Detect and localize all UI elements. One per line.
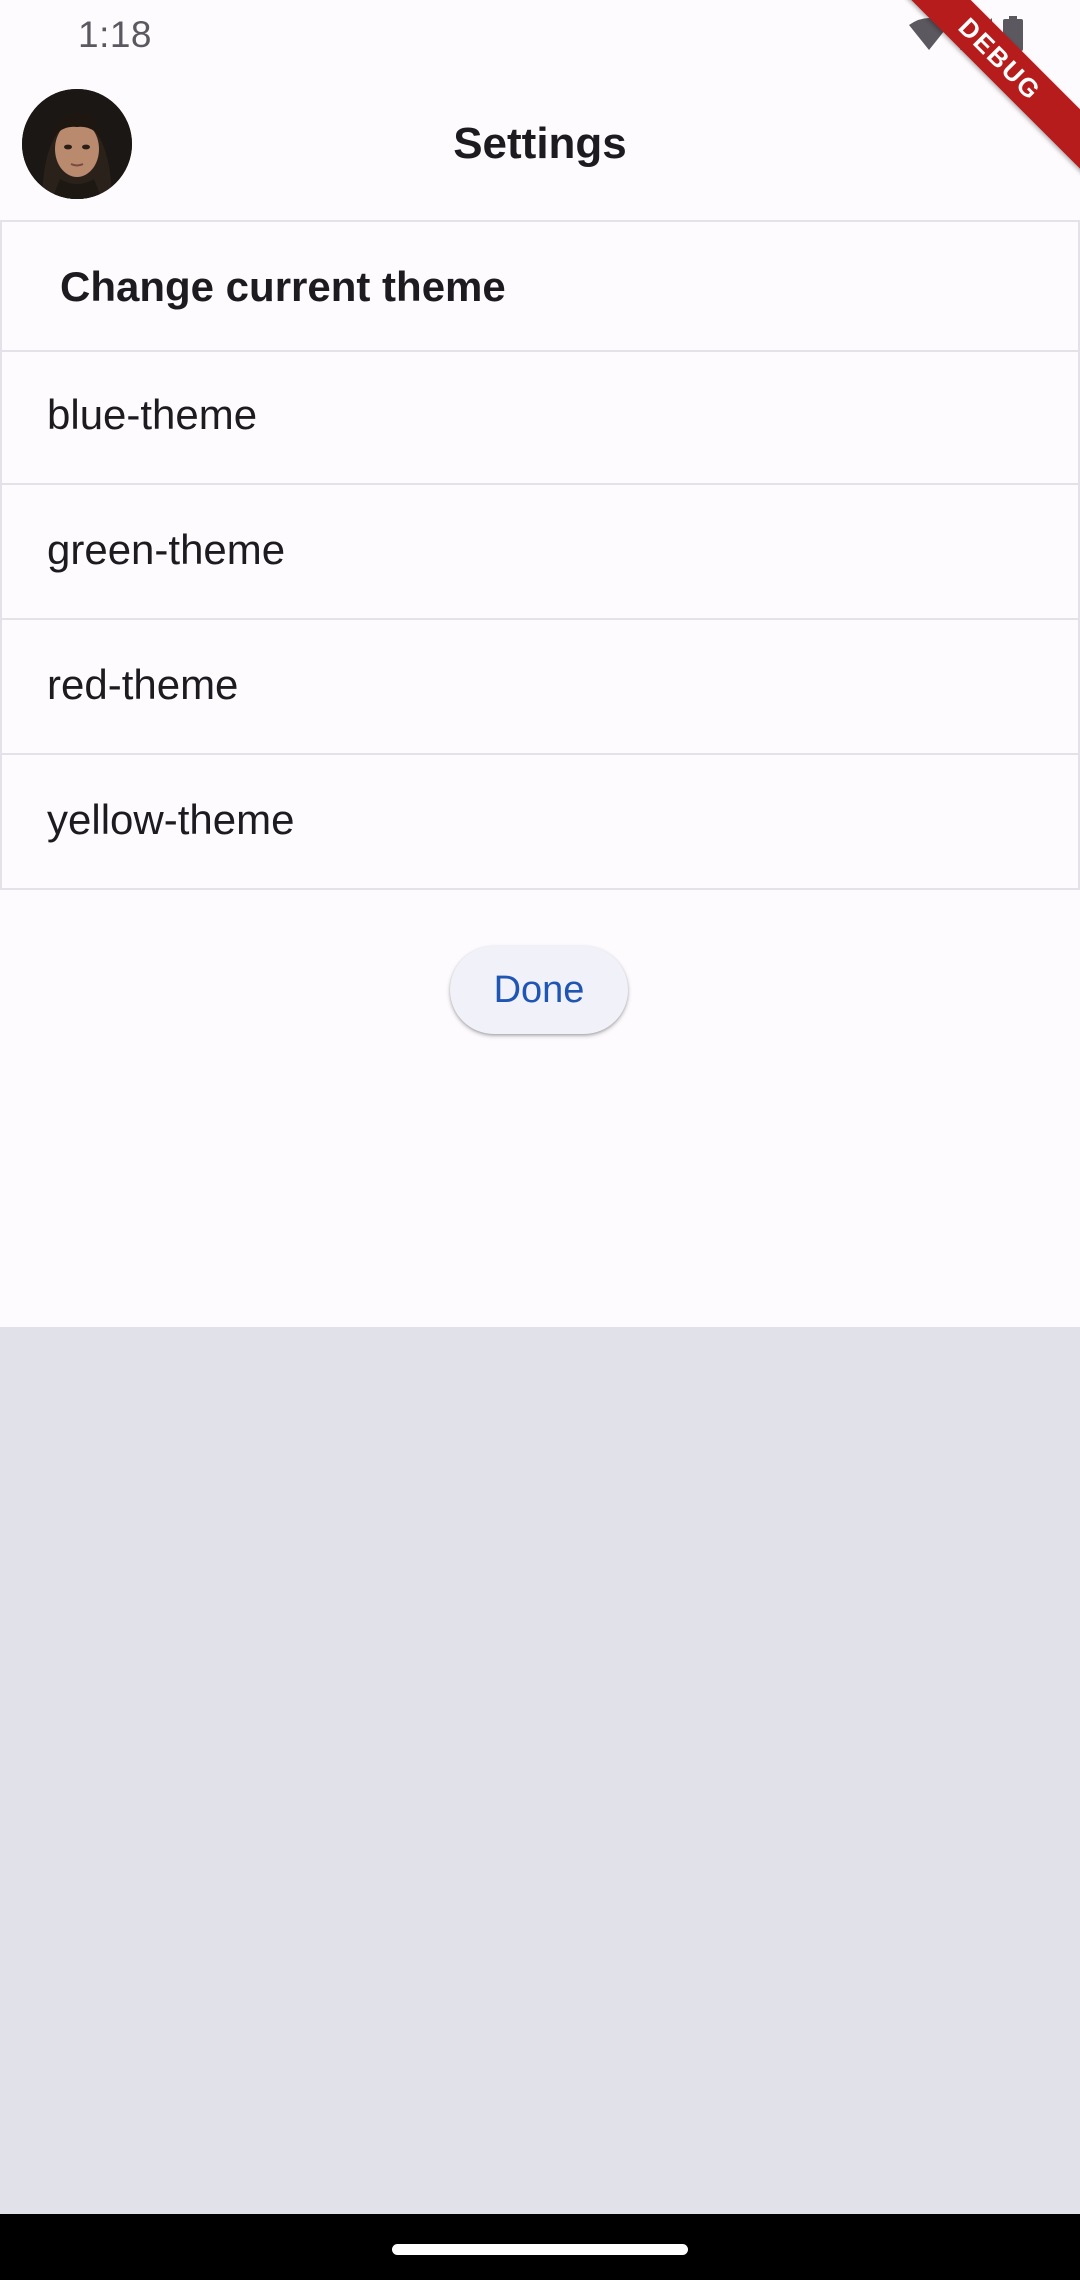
theme-item-label: green-theme [47,526,286,573]
theme-item-blue[interactable]: blue-theme [0,350,1080,485]
theme-item-green[interactable]: green-theme [0,485,1080,620]
home-indicator[interactable] [392,2244,688,2255]
theme-item-label: yellow-theme [47,796,295,843]
settings-sheet: 1:18 DEBUG Settings Change current theme… [0,0,1080,1327]
app-bar: Settings [0,72,1080,220]
status-bar: 1:18 [0,0,1080,72]
panel-header: Change current theme [0,220,1080,352]
navigation-bar [0,2214,1080,2280]
panel-header-title: Change current theme [60,263,506,310]
theme-list: blue-theme green-theme red-theme yellow-… [0,350,1080,890]
status-time: 1:18 [78,14,153,55]
theme-panel: Change current theme blue-theme green-th… [0,220,1080,890]
theme-item-label: red-theme [47,661,239,708]
done-button[interactable]: Done [450,946,628,1034]
theme-item-label: blue-theme [47,391,258,438]
theme-item-yellow[interactable]: yellow-theme [0,755,1080,890]
theme-item-red[interactable]: red-theme [0,620,1080,755]
page-title: Settings [453,119,627,168]
